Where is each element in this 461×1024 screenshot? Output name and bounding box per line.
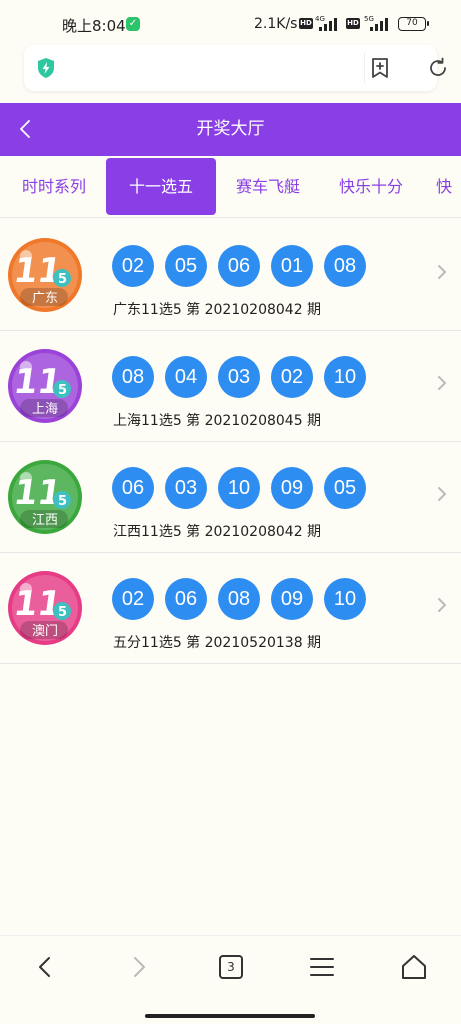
number-ball: 10 [324,578,366,620]
tabs-count-button[interactable]: 3 [219,955,243,979]
tab-saiche[interactable]: 赛车飞艇 [228,158,308,215]
number-ball: 03 [218,356,260,398]
url-bar[interactable] [24,45,446,91]
svg-text:5G: 5G [364,15,374,23]
hd-badge: HD [299,18,313,29]
lottery-logo-icon: 115广东 [8,238,82,312]
reload-icon[interactable] [426,56,450,80]
lottery-row[interactable]: 11 5 广东 02 05 06 01 08 广东11选5 第 20210208042 期 [0,220,461,331]
region-label: 上海 [32,402,58,417]
chevron-right-icon[interactable] [434,595,450,615]
browser-bottom-nav: 3 [0,935,461,1024]
region-label: 广东 [32,291,58,306]
svg-text:11: 11 [11,584,64,624]
lottery-logo-icon: 115江西 [8,460,82,534]
back-arrow-icon[interactable] [12,115,40,143]
status-time: 晚上8:04 [62,17,126,35]
tab-kuaile[interactable]: 快乐十分 [330,158,412,215]
number-ball: 06 [218,245,260,287]
tab-11x5[interactable]: 十一选五 [106,158,216,215]
number-ball: 10 [324,356,366,398]
number-ball: 02 [112,578,154,620]
draw-caption: 五分11选5 第 20210520138 期 [113,635,322,651]
lightning-shield-icon [38,58,54,78]
number-ball: 02 [112,245,154,287]
lottery-row[interactable]: 11 5 江西 06 03 10 09 05 江西11选5 第 20210208042 期 [0,442,461,553]
svg-text:11: 11 [11,362,64,402]
network-speed: 2.1K/s [254,16,298,32]
tab-shishi[interactable]: 时时系列 [14,158,94,215]
svg-text:5: 5 [58,494,67,509]
signal-5g-icon: 5G [364,15,388,31]
hd-badge-2: HD [346,18,360,29]
region-label: 澳门 [32,623,58,639]
lottery-logo-icon: 115上海 [8,349,82,423]
number-ball: 02 [271,356,313,398]
number-ball: 08 [112,356,154,398]
draw-caption: 上海11选5 第 20210208045 期 [113,413,322,429]
add-bookmark-icon[interactable] [368,56,392,80]
wechat-icon: ✓ [126,17,140,31]
signal-4g-icon: 4G [315,15,337,31]
home-icon[interactable] [399,952,429,982]
svg-text:5: 5 [58,272,67,287]
svg-text:5: 5 [58,605,67,620]
back-icon[interactable] [30,952,60,982]
number-ball: 10 [218,467,260,509]
svg-text:5: 5 [58,383,67,398]
number-ball: 08 [218,578,260,620]
lottery-row[interactable]: 11 5 澳门 02 06 08 09 10 五分11选5 第 20210520138 期 [0,553,461,664]
region-label: 江西 [32,513,58,528]
svg-text:11: 11 [11,473,64,513]
battery-icon: 70 [398,17,429,31]
url-divider [364,53,365,83]
number-ball: 05 [165,245,207,287]
menu-icon[interactable] [307,952,337,982]
chevron-right-icon[interactable] [434,262,450,282]
number-ball: 03 [165,467,207,509]
page-header: 开奖大厅 [0,103,461,156]
number-ball: 09 [271,578,313,620]
lottery-logo-icon: 115澳门 [8,571,82,645]
number-ball: 06 [165,578,207,620]
chevron-right-icon[interactable] [434,373,450,393]
chevron-right-icon[interactable] [434,484,450,504]
page-title: 开奖大厅 [196,119,265,139]
number-ball: 05 [324,467,366,509]
tab-more[interactable]: 快 [436,158,461,215]
number-ball: 06 [112,467,154,509]
number-ball: 09 [271,467,313,509]
category-tabs: 时时系列 十一选五 赛车飞艇 快乐十分 快 [0,156,461,218]
draw-caption: 江西11选5 第 20210208042 期 [113,524,322,540]
forward-icon[interactable] [124,952,154,982]
number-ball: 08 [324,245,366,287]
number-ball: 01 [271,245,313,287]
svg-text:4G: 4G [315,15,325,23]
home-indicator [145,1014,315,1018]
lottery-row[interactable]: 11 5 上海 08 04 03 02 10 上海11选5 第 20210208045 期 [0,331,461,442]
number-ball: 04 [165,356,207,398]
svg-text:11: 11 [11,251,64,291]
status-bar: 晚上8:04 ✓ 2.1K/s HD 4G HD 5G 70 [0,0,461,44]
draw-caption: 广东11选5 第 20210208042 期 [113,302,322,318]
